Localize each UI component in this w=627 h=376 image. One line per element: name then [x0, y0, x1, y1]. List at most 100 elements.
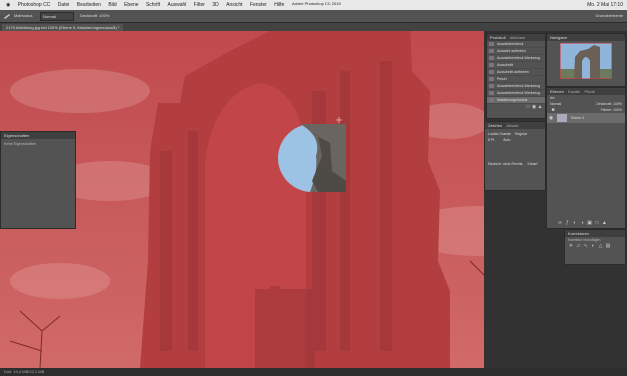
navigator-panel: Navigator: [546, 33, 626, 87]
history-step-icon: [489, 84, 494, 88]
apple-icon[interactable]: ◉: [6, 0, 10, 10]
history-row-selected[interactable]: Maskierungsmodus: [487, 97, 545, 104]
history-panel: Protokoll Aktionen Auswahlrechteck Auswa…: [486, 33, 546, 119]
character-panel: Zeichen Absatz Lucida Grande Regular 8 P…: [484, 121, 546, 191]
document-tab[interactable]: 2179 Abbildung.jpg bei 100% (Ebene 0, Ma…: [2, 24, 124, 31]
menu-filter[interactable]: Filter: [194, 0, 205, 10]
tab-history[interactable]: Protokoll: [490, 35, 506, 40]
menu-window[interactable]: Fenster: [250, 0, 267, 10]
adjustments-panel: Korrekturen Korrektur hinzufügen ☀ ▱ ∿ ◐…: [564, 229, 626, 265]
folder-icon[interactable]: ▣: [587, 220, 593, 226]
menu-layer[interactable]: Ebene: [124, 0, 138, 10]
link-icon[interactable]: ∞: [557, 220, 563, 226]
tab-paragraph[interactable]: Absatz: [506, 123, 518, 128]
brightness-icon[interactable]: ☀: [568, 243, 574, 249]
brush-tool-icon[interactable]: [3, 13, 11, 21]
history-row[interactable]: Auswahlrechteck: [487, 41, 545, 48]
properties-panel: Eigenschaften Keine Eigenschaften: [0, 131, 76, 229]
menubar-clock: Mo. 2 Mai 17:10: [587, 2, 623, 8]
history-tabs: Protokoll Aktionen: [487, 34, 545, 41]
history-step-icon: [489, 70, 494, 74]
tab-layers[interactable]: Ebenen: [550, 89, 564, 94]
history-row[interactable]: Ausschnitt aufheben: [487, 69, 545, 76]
adjustment-icons: ☀ ▱ ∿ ◐ △ ▤: [565, 243, 625, 249]
history-step-icon: [489, 63, 494, 67]
properties-empty-text: Keine Eigenschaften: [4, 142, 37, 146]
history-row[interactable]: Auswahlrechteck Werkzeug: [487, 90, 545, 97]
history-row-label: Pinsel: [497, 77, 507, 81]
font-style-select[interactable]: Regular: [515, 132, 527, 136]
history-row-label: Auswahlrechteck Werkzeug: [497, 91, 541, 95]
character-options: [488, 143, 542, 161]
history-row[interactable]: Auswahl aufheben: [487, 48, 545, 55]
properties-title[interactable]: Eigenschaften: [1, 132, 75, 139]
history-row-label: Auswahlrechteck Werkzeug: [497, 84, 541, 88]
tab-paths[interactable]: Pfade: [585, 89, 595, 94]
layer-thumbnail: [557, 114, 567, 122]
trash-icon[interactable]: ▲: [601, 220, 607, 226]
history-row-label: Ausschnitt aufheben: [497, 70, 529, 74]
font-size-field[interactable]: 8 Pt: [488, 138, 494, 142]
history-row-label: Maskierungsmodus: [497, 98, 528, 102]
language-select[interactable]: Deutsch: neue Rechts.: [488, 162, 523, 166]
menu-3d[interactable]: 3D: [212, 0, 218, 10]
exposure-icon[interactable]: ◐: [590, 243, 596, 249]
hue-icon[interactable]: ▤: [605, 243, 611, 249]
document-size: Dok: 14,4 MB/22,1 MB: [4, 369, 45, 374]
adjustment-icon[interactable]: ◑: [579, 220, 585, 226]
layers-tabs: Ebenen Kanäle Pfade: [547, 88, 625, 95]
antialias-select[interactable]: Scharf: [527, 162, 537, 166]
menu-image[interactable]: Bild: [108, 0, 116, 10]
trash-icon[interactable]: ▲: [537, 104, 543, 110]
menu-app[interactable]: Photoshop CC: [18, 0, 51, 10]
visibility-eye-icon[interactable]: ◉: [548, 115, 554, 121]
new-layer-icon[interactable]: □: [594, 220, 600, 226]
history-row-label: Auswahlrechteck Werkzeug: [497, 56, 541, 60]
history-row[interactable]: Ausschnitt: [487, 62, 545, 69]
history-row[interactable]: Auswahlrechteck Werkzeug: [487, 83, 545, 90]
app-title: Adobe Photoshop CC 2015: [292, 1, 341, 6]
menu-help[interactable]: Hilfe: [274, 0, 284, 10]
history-row[interactable]: Auswahlrechteck Werkzeug: [487, 55, 545, 62]
levels-icon[interactable]: ▱: [575, 243, 581, 249]
navigator-thumbnail[interactable]: [560, 43, 612, 79]
history-step-icon: [489, 98, 494, 102]
history-footer: □ ◉▲: [487, 104, 545, 112]
history-row-label: Ausschnitt: [497, 63, 514, 67]
layers-panel: Ebenen Kanäle Pfade Art Normal Deckkraft…: [546, 87, 626, 229]
history-row-label: Auswahlrechteck: [497, 42, 524, 46]
font-family-select[interactable]: Lucida Grande: [488, 132, 511, 136]
layer-name[interactable]: Ebene 0: [571, 113, 584, 123]
blend-mode-select[interactable]: Normal: [550, 102, 561, 106]
workspace-select[interactable]: Grundelemente: [595, 13, 623, 18]
mode-select[interactable]: Normal: [40, 12, 74, 21]
leading-field[interactable]: Auto: [503, 138, 510, 142]
menu-file[interactable]: Datei: [58, 0, 70, 10]
mask-icon[interactable]: ◐: [572, 220, 578, 226]
tab-channels[interactable]: Kanäle: [568, 89, 580, 94]
history-row[interactable]: Pinsel: [487, 76, 545, 83]
character-tabs: Zeichen Absatz: [485, 122, 545, 129]
options-bar: Malmodus Normal Deckkraft: 100% Adobe Ph…: [0, 1, 627, 23]
history-row-label: Auswahl aufheben: [497, 49, 526, 53]
menu-view[interactable]: Ansicht: [226, 0, 242, 10]
history-step-icon: [489, 91, 494, 95]
tab-actions[interactable]: Aktionen: [510, 35, 526, 40]
layer-row[interactable]: ◉ Ebene 0: [547, 113, 625, 123]
adjustments-title[interactable]: Korrekturen: [565, 230, 625, 237]
document-tab-bar: 2179 Abbildung.jpg bei 100% (Ebene 0, Ma…: [0, 23, 627, 31]
curves-icon[interactable]: ∿: [583, 243, 589, 249]
tab-navigator[interactable]: Navigator: [547, 34, 625, 41]
opacity-label[interactable]: Deckkraft: 100%: [80, 13, 109, 18]
tool-mode-label: Malmodus: [14, 13, 33, 18]
tab-character[interactable]: Zeichen: [488, 123, 502, 128]
menu-type[interactable]: Schrift: [146, 0, 160, 10]
fx-icon[interactable]: ƒ: [564, 220, 570, 226]
vibrance-icon[interactable]: △: [598, 243, 604, 249]
language-row: Deutsch: neue Rechts. Scharf: [488, 161, 542, 167]
history-step-icon: [489, 56, 494, 60]
menu-edit[interactable]: Bearbeiten: [77, 0, 101, 10]
menu-select[interactable]: Auswahl: [168, 0, 187, 10]
history-step-icon: [489, 49, 494, 53]
history-step-icon: [489, 77, 494, 81]
